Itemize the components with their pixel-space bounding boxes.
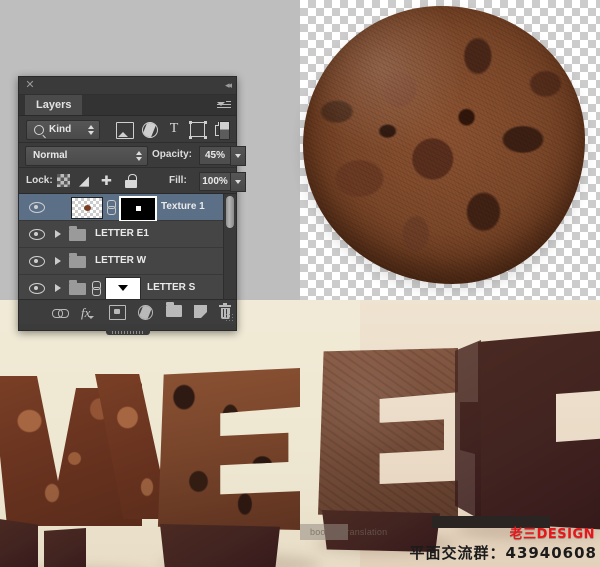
layer-name[interactable]: LETTER S [147,282,195,293]
blend-mode-select[interactable]: Normal [25,146,148,166]
layer-group-folder-icon [69,256,86,268]
panel-footer-toolbar: fx [19,299,236,324]
group-expand-arrow-icon[interactable] [55,257,61,265]
watermark-faint-text: book of translation [310,527,387,537]
layers-panel: ✕ ◂◂ Layers Kind T [18,76,237,331]
layer-name[interactable]: LETTER E1 [95,228,149,239]
filter-kind-spinner-icon[interactable] [87,125,94,135]
magnifier-icon [34,125,44,135]
layer-name[interactable]: LETTER W [95,255,146,266]
lock-label: Lock: [26,175,53,186]
lock-position-icon[interactable]: ✚ [101,174,115,188]
filter-adjustment-layers-icon[interactable] [142,122,158,138]
layer-mask-link-icon[interactable] [92,281,100,295]
new-group-button[interactable] [166,305,182,317]
layer-mask-link-icon[interactable] [107,200,115,214]
layer-mask-thumbnail[interactable] [119,196,157,222]
filter-kind-label: Kind [49,124,71,135]
letter-e2-face [318,348,458,518]
layer-group-folder-icon [69,229,86,241]
layer-mask-thumbnail[interactable] [105,277,141,299]
new-fill-adjustment-button[interactable] [138,305,153,320]
layer-list-scrollbar-thumb[interactable] [226,196,234,228]
lock-transparent-pixels-icon[interactable] [57,174,70,187]
letter-w-extrude [44,528,86,567]
layer-group-folder-icon [69,283,86,295]
lock-all-icon[interactable] [125,174,137,188]
fill-input[interactable]: 100% [199,172,231,191]
letter-e-face [155,368,300,530]
fill-dropdown-arrow-icon[interactable] [230,172,246,192]
table-row[interactable]: LETTER S [19,275,236,299]
layer-style-button[interactable]: fx [81,305,90,320]
screenshot-stage: book of translation 老三DESIGN 平面交流群：43940… [0,0,600,567]
table-row[interactable]: Texture 1 [19,194,236,221]
layer-visibility-icon[interactable] [29,228,43,239]
cookie-texture-overlay [303,6,585,284]
filter-shape-layers-icon[interactable] [190,122,205,137]
group-expand-arrow-icon[interactable] [55,230,61,238]
tab-layers[interactable]: Layers [25,95,82,115]
watermark-qq-text: 平面交流群：43940608 [410,546,598,561]
lock-image-pixels-icon[interactable]: ◢ [79,174,93,188]
panel-bottom-grip[interactable] [106,330,150,335]
opacity-dropdown-arrow-icon[interactable] [230,146,246,166]
letter-w-extrude [0,518,38,567]
panel-titlebar: ✕ ◂◂ [19,77,236,95]
lock-row: Lock: ◢ ✚ Fill: 100% [19,168,236,194]
watermark-logo: 老三DESIGN [510,528,595,541]
filter-row: Kind T [19,116,236,143]
panel-tabbar: Layers [19,95,236,116]
filter-pixel-layers-icon[interactable] [116,122,134,139]
layer-thumbnail[interactable] [71,197,103,219]
table-row[interactable]: LETTER E1 [19,221,236,248]
filter-enable-toggle[interactable] [219,121,230,140]
add-layer-mask-button[interactable] [109,305,126,320]
cookie-image [303,6,585,284]
layer-list-scrollbar[interactable] [223,194,236,299]
group-expand-arrow-icon[interactable] [55,284,61,292]
layer-visibility-icon[interactable] [29,255,43,266]
letter-e-extrude [160,524,280,567]
opacity-input[interactable]: 45% [199,146,231,165]
new-layer-button[interactable] [194,305,207,318]
layer-visibility-icon[interactable] [29,282,43,293]
opacity-label: Opacity: [152,149,192,160]
close-icon[interactable]: ✕ [25,80,35,90]
panel-menu-icon[interactable] [217,99,231,111]
blend-mode-row: Normal Opacity: 45% [19,143,236,168]
layer-visibility-icon[interactable] [29,201,43,212]
filter-kind-select[interactable]: Kind [26,120,100,140]
panel-resize-grip[interactable] [225,313,234,322]
blend-mode-value: Normal [33,150,67,161]
table-row[interactable]: LETTER W [19,248,236,275]
blend-mode-spinner-icon[interactable] [135,151,142,161]
collapse-arrows-icon[interactable]: ◂◂ [225,80,230,90]
link-layers-button[interactable] [52,305,68,320]
letter-t-face [460,330,600,530]
filter-type-layers-icon[interactable]: T [167,122,181,137]
fill-label: Fill: [169,175,187,186]
layer-name[interactable]: Texture 1 [161,201,205,212]
layer-list[interactable]: Texture 1 LETTER E1 LETTER W [19,194,236,299]
letter-t-shadow-side [455,340,481,520]
